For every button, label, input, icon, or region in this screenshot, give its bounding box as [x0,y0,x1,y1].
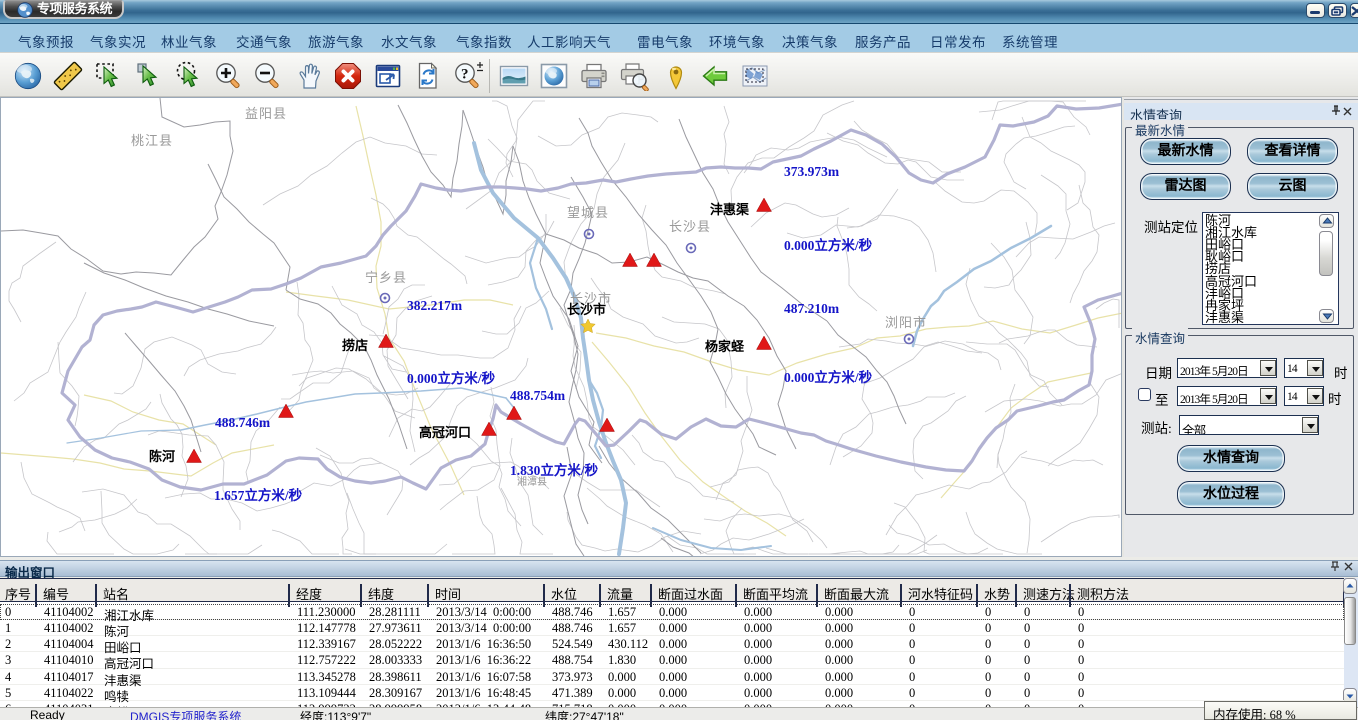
svg-text:长沙县: 长沙县 [669,219,711,234]
svg-text:488.746m: 488.746m [215,415,271,430]
svg-text:0.000立方米/秒: 0.000立方米/秒 [784,369,873,385]
svg-text:益阳县: 益阳县 [245,106,287,121]
svg-text:0.000立方米/秒: 0.000立方米/秒 [784,237,873,253]
svg-text:382.217m: 382.217m [407,298,463,313]
svg-text:488.754m: 488.754m [510,388,566,403]
svg-text:陈河: 陈河 [149,449,175,464]
svg-text:0.000立方米/秒: 0.000立方米/秒 [407,370,496,386]
svg-text:望城县: 望城县 [567,205,609,220]
svg-text:373.973m: 373.973m [784,164,840,179]
svg-text:长沙市: 长沙市 [567,302,606,317]
svg-text:浏阳市: 浏阳市 [885,315,927,330]
svg-text:高冠河口: 高冠河口 [419,425,471,440]
svg-text:捞店: 捞店 [342,338,368,353]
svg-text:1.657立方米/秒: 1.657立方米/秒 [214,487,303,503]
svg-text:沣惠渠: 沣惠渠 [710,202,750,217]
svg-text:桃江县: 桃江县 [131,133,173,148]
svg-text:?: ? [461,67,469,83]
svg-text:487.210m: 487.210m [784,301,840,316]
svg-text:宁乡县: 宁乡县 [365,270,407,285]
svg-text:杨家蛏: 杨家蛏 [705,339,745,354]
svg-text:1.830立方米/秒: 1.830立方米/秒 [510,462,599,478]
